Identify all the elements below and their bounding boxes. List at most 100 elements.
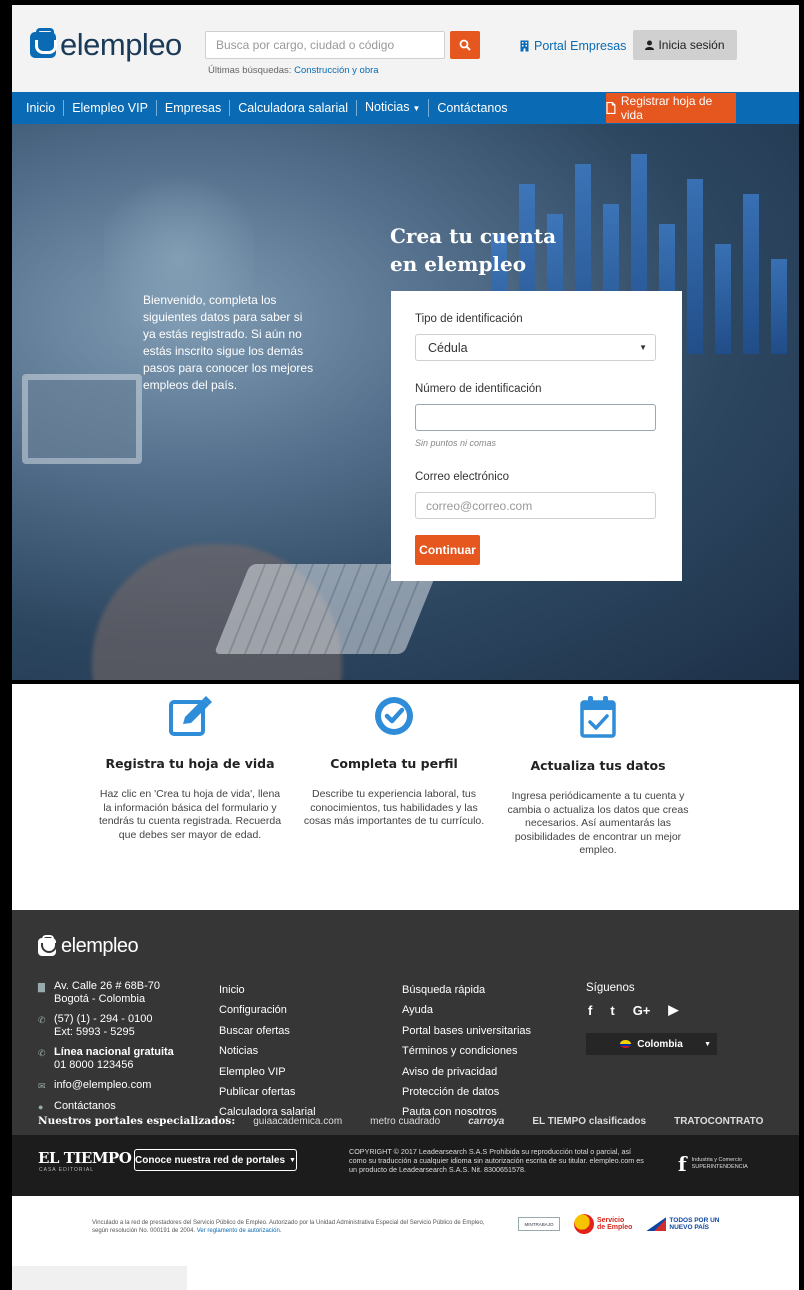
facebook-icon[interactable]: f bbox=[588, 1003, 592, 1018]
site-header: elempleo Últimas búsquedas: Construcción… bbox=[12, 5, 799, 92]
footer-link[interactable]: Aviso de privacidad bbox=[402, 1062, 531, 1082]
search-box bbox=[205, 31, 445, 59]
email-field[interactable] bbox=[415, 492, 656, 519]
footer-contact: ▇ Av. Calle 26 # 68B-70 Bogotá - Colombia… bbox=[38, 980, 174, 1121]
phone-icon: ✆ bbox=[38, 1048, 46, 1058]
main-nav: Inicio Elempleo VIP Empresas Calculadora… bbox=[12, 92, 799, 124]
todos-line-1: TODOS POR UN bbox=[669, 1217, 720, 1224]
footer-contact-link[interactable]: ● Contáctanos bbox=[38, 1100, 174, 1114]
national-line-label: Línea nacional gratuita bbox=[54, 1046, 174, 1058]
footer-links-col-2: Búsqueda rápida Ayuda Portal bases unive… bbox=[402, 980, 531, 1123]
phone-line-1: (57) (1) - 294 - 0100 bbox=[54, 1013, 153, 1025]
portal-empresas-link[interactable]: Portal Empresas bbox=[520, 39, 626, 53]
nav-item-elempleo-vip[interactable]: Elempleo VIP bbox=[64, 100, 157, 116]
feature-update: Actualiza tus datos Ingresa periódicamen… bbox=[498, 694, 698, 858]
nav-item-inicio[interactable]: Inicio bbox=[18, 100, 65, 116]
feature-description: Describe tu experiencia laboral, tus con… bbox=[303, 788, 485, 827]
servicio-empleo-emblem-icon bbox=[574, 1214, 594, 1234]
hero-banner: Bienvenido, completa los siguientes dato… bbox=[12, 124, 799, 680]
footer-link[interactable]: Publicar ofertas bbox=[219, 1082, 316, 1102]
building-icon bbox=[520, 40, 529, 52]
chevron-down-icon: ▼ bbox=[704, 1040, 711, 1048]
colombia-flag-icon bbox=[620, 1040, 632, 1048]
feature-title: Registra tu hoja de vida bbox=[105, 756, 275, 771]
hero-title: Crea tu cuenta en elempleo bbox=[390, 224, 557, 276]
twitter-icon[interactable]: t bbox=[610, 1003, 614, 1018]
footer-link[interactable]: Buscar ofertas bbox=[219, 1021, 316, 1041]
search-icon bbox=[459, 39, 471, 51]
window-frame-left bbox=[0, 0, 12, 1290]
footer-logo-text: elempleo bbox=[61, 935, 139, 957]
footer-link[interactable]: Ayuda bbox=[402, 1000, 531, 1020]
todos-por-un-nuevo-pais-logo[interactable]: TODOS POR UN NUEVO PAÍS bbox=[646, 1217, 720, 1231]
feature-description: Haz clic en 'Crea tu hoja de vida', llen… bbox=[98, 788, 282, 841]
id-number-field[interactable] bbox=[415, 404, 656, 431]
youtube-icon[interactable]: ▶ bbox=[668, 1002, 678, 1018]
feature-title: Actualiza tus datos bbox=[530, 758, 666, 773]
google-plus-icon[interactable]: G+ bbox=[633, 1003, 651, 1018]
continue-button[interactable]: Continuar bbox=[415, 535, 480, 565]
chevron-down-icon: ▼ bbox=[412, 104, 421, 113]
feature-register: Registra tu hoja de vida Haz clic en 'Cr… bbox=[90, 694, 290, 842]
footer-link[interactable]: Inicio bbox=[219, 980, 316, 1000]
portals-label: Nuestros portales especializados: bbox=[38, 1115, 236, 1127]
signup-form: Tipo de identificación Cédula ▼ Número d… bbox=[391, 291, 682, 581]
recent-search-link[interactable]: Construcción y obra bbox=[294, 65, 378, 76]
id-type-label: Tipo de identificación bbox=[415, 313, 523, 325]
search-input[interactable] bbox=[206, 32, 444, 58]
nav-item-calculadora[interactable]: Calculadora salarial bbox=[230, 100, 357, 116]
register-cv-button[interactable]: Registrar hoja de vida bbox=[606, 93, 736, 123]
search-button[interactable] bbox=[450, 31, 480, 59]
portal-network-button[interactable]: Conoce nuestra red de portales ▼ bbox=[134, 1149, 297, 1171]
hero-welcome-text: Bienvenido, completa los siguientes dato… bbox=[143, 293, 314, 392]
building-icon: ▇ bbox=[38, 982, 45, 992]
footer-email[interactable]: ✉ info@elempleo.com bbox=[38, 1079, 174, 1093]
servicio-line-1: Servicio bbox=[597, 1217, 625, 1224]
portal-metrocuadrado-logo[interactable]: metro cuadrado bbox=[370, 1116, 440, 1127]
portal-tratocontrato-logo[interactable]: TRATOCONTRATO bbox=[674, 1116, 763, 1127]
envelope-icon: ✉ bbox=[38, 1081, 46, 1091]
id-type-select[interactable]: Cédula ▼ bbox=[415, 334, 656, 361]
footer-link[interactable]: Portal bases universitarias bbox=[402, 1021, 531, 1041]
footer-link[interactable]: Términos y condiciones bbox=[402, 1041, 531, 1061]
servicio-empleo-logo[interactable]: Servicio de Empleo bbox=[574, 1214, 632, 1234]
hero-background-monitor bbox=[22, 374, 142, 464]
national-line-number: 01 8000 123456 bbox=[54, 1059, 134, 1071]
site-logo[interactable]: elempleo bbox=[30, 27, 182, 63]
portal-clasificados-logo[interactable]: EL TIEMPO clasificados bbox=[532, 1116, 646, 1127]
select-arrow-icon: ▼ bbox=[639, 343, 647, 352]
address-line-2: Bogotá - Colombia bbox=[54, 993, 146, 1005]
mintrabajo-logo[interactable]: MINTRABAJO bbox=[518, 1217, 560, 1231]
footer-link[interactable]: Noticias bbox=[219, 1041, 316, 1061]
footer-contact-text: Contáctanos bbox=[54, 1100, 116, 1112]
nav-item-contactanos[interactable]: Contáctanos bbox=[429, 100, 515, 116]
footer-link[interactable]: Elempleo VIP bbox=[219, 1062, 316, 1082]
authorization-link[interactable]: Ver reglamento de autorización. bbox=[197, 1228, 282, 1234]
login-button[interactable]: Inicia sesión bbox=[633, 30, 737, 60]
window-frame-right bbox=[799, 0, 804, 1290]
briefcase-logo-icon bbox=[30, 28, 57, 58]
nav-item-empresas[interactable]: Empresas bbox=[157, 100, 231, 116]
footer-email-text: info@elempleo.com bbox=[54, 1079, 152, 1091]
chevron-down-icon: ▼ bbox=[289, 1156, 296, 1164]
country-select[interactable]: Colombia ▼ bbox=[586, 1033, 717, 1055]
servicio-line-2: de Empleo bbox=[597, 1224, 633, 1231]
footer-logo[interactable]: elempleo bbox=[38, 934, 139, 958]
footer-phone: ✆ (57) (1) - 294 - 0100 Ext: 5993 - 5295 bbox=[38, 1013, 174, 1039]
nav-item-noticias[interactable]: Noticias ▼ bbox=[357, 99, 430, 117]
footer-link[interactable]: Búsqueda rápida bbox=[402, 980, 531, 1000]
footer-link[interactable]: Configuración bbox=[219, 1000, 316, 1020]
site-footer: elempleo ▇ Av. Calle 26 # 68B-70 Bogotá -… bbox=[12, 910, 799, 1135]
sic-logo[interactable]: f Industria y Comercio SUPERINTENDENCIA bbox=[678, 1152, 748, 1176]
sic-title: Industria y Comercio bbox=[691, 1157, 743, 1163]
portal-guiaacademica-logo[interactable]: guiaacademica.com bbox=[253, 1116, 342, 1127]
window-frame-top bbox=[0, 0, 804, 5]
portal-empresas-label: Portal Empresas bbox=[534, 39, 627, 53]
footer-link[interactable]: Protección de datos bbox=[402, 1082, 531, 1102]
specialized-portals: Nuestros portales especializados: guiaac… bbox=[12, 1115, 799, 1127]
phone-line-2: Ext: 5993 - 5295 bbox=[54, 1026, 135, 1038]
portal-carroya-logo[interactable]: carroya bbox=[468, 1116, 504, 1127]
social-links: f t G+ ▶ bbox=[588, 1002, 678, 1018]
eltiempo-logo[interactable]: EL TIEMPO bbox=[38, 1149, 132, 1167]
feature-profile: Completa tu perfil Describe tu experienc… bbox=[294, 694, 494, 829]
